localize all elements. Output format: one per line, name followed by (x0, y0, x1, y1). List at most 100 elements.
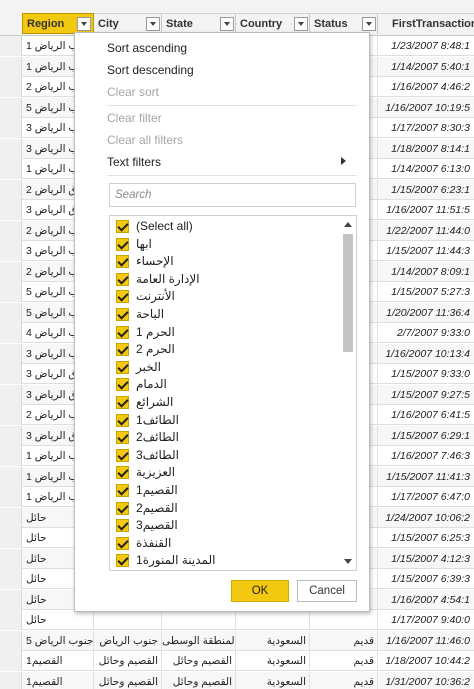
row-selector[interactable] (0, 302, 22, 323)
filter-list-item[interactable]: القصيم2 (116, 500, 336, 517)
checkbox-checked-icon[interactable] (116, 360, 129, 374)
table-row[interactable]: حائل 1/17/2007 9:40:0 (0, 610, 474, 630)
ok-button[interactable]: OK (231, 580, 289, 602)
row-selector[interactable] (0, 651, 22, 671)
filter-list-item[interactable]: الإدارة العامة (116, 271, 336, 288)
list-scrollbar[interactable] (342, 218, 354, 568)
text-filters-menu-item[interactable]: Text filters (107, 155, 161, 169)
row-selector[interactable] (0, 569, 22, 589)
filter-list-item[interactable]: الشرائع (116, 394, 336, 411)
row-selector[interactable] (0, 323, 22, 343)
row-selector[interactable] (0, 118, 22, 138)
scroll-down-icon[interactable] (344, 559, 352, 564)
filter-dropdown-button[interactable] (77, 17, 91, 31)
filter-list-item[interactable]: الباحة (116, 306, 336, 323)
filter-dropdown-button[interactable] (146, 17, 160, 31)
checkbox-checked-icon[interactable] (116, 272, 129, 286)
scroll-up-icon[interactable] (344, 222, 352, 227)
row-selector[interactable] (0, 630, 22, 651)
clear-all-filters-menu-item[interactable]: Clear all filters (107, 133, 183, 147)
checkbox-checked-icon[interactable] (116, 501, 129, 515)
row-selector[interactable] (0, 282, 22, 302)
row-selector[interactable] (0, 548, 22, 569)
filter-list-item[interactable]: الخبر (116, 359, 336, 376)
checkbox-checked-icon[interactable] (116, 237, 129, 251)
filter-dropdown-button[interactable] (294, 17, 308, 31)
row-selector[interactable] (0, 425, 22, 446)
checkbox-checked-icon[interactable] (116, 343, 129, 357)
row-selector[interactable] (0, 241, 22, 261)
row-selector[interactable] (0, 384, 22, 405)
checkbox-checked-icon[interactable] (116, 448, 129, 462)
filter-list-item[interactable]: (Select all) (116, 218, 336, 235)
checkbox-checked-icon[interactable] (116, 220, 129, 233)
row-selector[interactable] (0, 77, 22, 97)
clear-filter-menu-item[interactable]: Clear filter (107, 111, 162, 125)
scrollbar-thumb[interactable] (343, 234, 353, 352)
checkbox-checked-icon[interactable] (116, 431, 129, 445)
row-selector[interactable] (0, 138, 22, 159)
cancel-button[interactable]: Cancel (297, 580, 357, 602)
clear-sort-menu-item[interactable]: Clear sort (107, 85, 159, 99)
column-header-region[interactable]: Region (22, 13, 94, 34)
checkbox-checked-icon[interactable] (116, 396, 129, 409)
checkbox-checked-icon[interactable] (116, 308, 129, 321)
filter-list-item[interactable]: الدمام (116, 376, 336, 393)
checkbox-checked-icon[interactable] (116, 378, 129, 392)
table-row[interactable]: القصيم1 القصيم وحائل القصيم وحائل السعودية ق… (0, 671, 474, 689)
row-selector[interactable] (0, 159, 22, 179)
row-selector[interactable] (0, 56, 22, 77)
filter-list-item[interactable]: الأنترنت (116, 288, 336, 305)
checkbox-checked-icon[interactable] (116, 466, 129, 480)
filter-list-item[interactable]: القصيم3 (116, 517, 336, 534)
filter-list-item[interactable]: المدينة المنورة1 (116, 552, 336, 569)
checkbox-checked-icon[interactable] (116, 413, 129, 427)
filter-list-item[interactable]: الطائف3 (116, 447, 336, 464)
column-header-firsttransaction[interactable]: FirstTransaction (378, 13, 474, 34)
table-row[interactable]: القصيم1 القصيم وحائل القصيم وحائل السعودية ق… (0, 651, 474, 671)
row-selector[interactable] (0, 528, 22, 548)
row-selector[interactable] (0, 446, 22, 466)
checkbox-checked-icon[interactable] (116, 554, 129, 568)
column-header-state[interactable]: State (162, 13, 236, 34)
row-selector[interactable] (0, 343, 22, 364)
filter-list-item[interactable]: الإحساء (116, 253, 336, 270)
sort-ascending-menu-item[interactable]: Sort ascending (107, 41, 187, 55)
sort-descending-menu-item[interactable]: Sort descending (107, 63, 194, 77)
checkbox-checked-icon[interactable] (116, 290, 129, 304)
filter-list-item[interactable]: القصيم1 (116, 482, 336, 499)
search-input[interactable] (109, 183, 356, 207)
filter-list-item[interactable]: ابها (116, 236, 336, 253)
column-header-city[interactable]: City (94, 13, 162, 34)
row-selector[interactable] (0, 610, 22, 630)
row-selector[interactable] (0, 261, 22, 282)
filter-list-item[interactable]: الحرم 1 (116, 324, 336, 341)
filter-list-item[interactable]: الحرم 2 (116, 341, 336, 358)
checkbox-checked-icon[interactable] (116, 325, 129, 339)
column-header-country[interactable]: Country (236, 13, 310, 34)
filter-list-item[interactable]: القنفذة (116, 535, 336, 552)
checkbox-checked-icon[interactable] (116, 519, 129, 533)
checkbox-checked-icon[interactable] (116, 536, 129, 550)
filter-dropdown-button[interactable] (362, 17, 376, 31)
row-selector[interactable] (0, 671, 22, 689)
row-selector[interactable] (0, 179, 22, 200)
row-selector[interactable] (0, 405, 22, 425)
row-selector[interactable] (0, 97, 22, 118)
checkbox-checked-icon[interactable] (116, 484, 129, 497)
row-selector[interactable] (0, 220, 22, 241)
row-selector[interactable] (0, 507, 22, 528)
row-selector[interactable] (0, 36, 22, 56)
row-selector[interactable] (0, 487, 22, 507)
row-selector[interactable] (0, 364, 22, 384)
row-selector[interactable] (0, 200, 22, 220)
row-selector[interactable] (0, 466, 22, 487)
checkbox-checked-icon[interactable] (116, 255, 129, 269)
row-selector[interactable] (0, 589, 22, 610)
filter-list-item[interactable]: المدينة المنورة2 (116, 570, 336, 571)
column-header-status[interactable]: Status (310, 13, 378, 34)
filter-list-item[interactable]: الطائف1 (116, 412, 336, 429)
table-row[interactable]: جنوب الرياض 5 جنوب الرياض المنطقة الوسطى ال… (0, 630, 474, 651)
filter-list-item[interactable]: الطائف2 (116, 429, 336, 446)
filter-list-item[interactable]: العزيزية (116, 464, 336, 481)
